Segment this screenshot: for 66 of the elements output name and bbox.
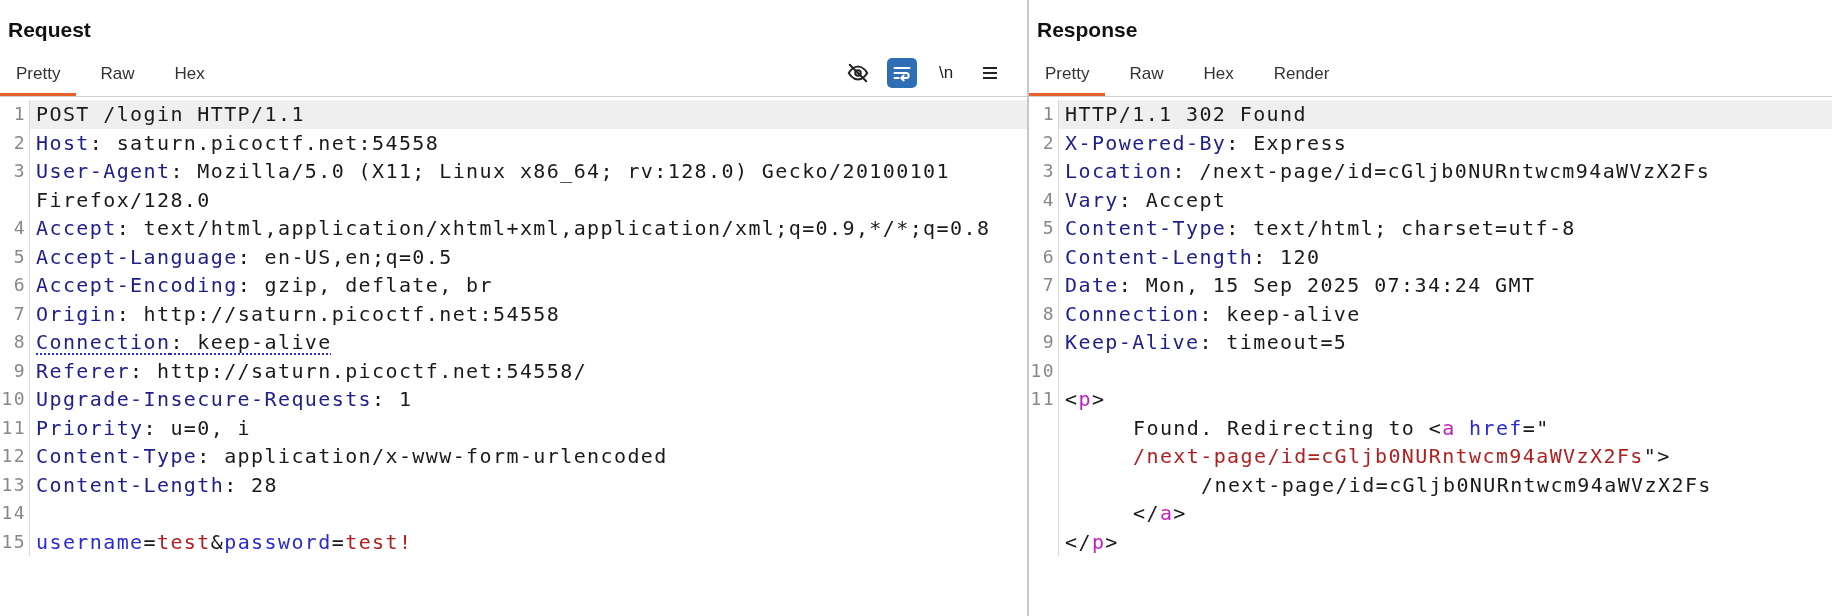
- code-text: Accept: text/html,application/xhtml+xml,application/xml;q=0.9,*/*;q=0.8: [36, 216, 991, 240]
- line-number: 1: [1042, 103, 1055, 124]
- wrap-toggle[interactable]: [887, 58, 917, 88]
- line-number: 10: [1030, 359, 1055, 381]
- line-number: 3: [13, 160, 26, 181]
- line-number: 11: [1030, 388, 1055, 409]
- line-number: 3: [1042, 160, 1055, 181]
- code-text: Content-Type: application/x-www-form-urlencoded: [36, 444, 668, 468]
- code-text: Accept-Language: en-US,en;q=0.5: [36, 244, 453, 269]
- code-text: </p>: [1065, 529, 1119, 554]
- line-number: 7: [1042, 274, 1055, 295]
- code-text: Location: /next-page/id=cGljb0NURntwcm94aWVzX2Fs: [1065, 159, 1711, 183]
- code-text: POST /login HTTP/1.1: [36, 102, 305, 126]
- line-number: 7: [13, 302, 26, 324]
- line-number: 2: [1042, 131, 1055, 153]
- tab[interactable]: Raw: [84, 60, 151, 96]
- line-number: 10: [1, 388, 26, 409]
- line-number: 6: [13, 274, 26, 295]
- tab[interactable]: Render: [1257, 60, 1346, 96]
- code-text: /next-page/id=cGljb0NURntwcm94aWVzX2Fs">: [1133, 444, 1671, 468]
- code-text: Date: Mon, 15 Sep 2025 07:34:24 GMT: [1065, 273, 1536, 297]
- line-number: 9: [1042, 331, 1055, 352]
- line-number: 6: [1042, 245, 1055, 267]
- code-text: User-Agent: Mozilla/5.0 (X11; Linux x86_64; rv:128.0) Gecko/20100101 Firefox/128.0: [36, 159, 951, 212]
- line-number: 11: [1, 416, 26, 438]
- code-text: HTTP/1.1 302 Found: [1065, 102, 1307, 126]
- line-number: 8: [1042, 302, 1055, 324]
- line-number: 4: [13, 217, 26, 238]
- line-number: 9: [13, 359, 26, 381]
- code-text: Content-Length: 28: [36, 472, 278, 497]
- code-text: Keep-Alive: timeout=5: [1065, 330, 1348, 354]
- line-number: 4: [1042, 188, 1055, 210]
- code-text: Host: saturn.picoctf.net:54558: [36, 130, 440, 155]
- line-number: 12: [1, 445, 26, 466]
- code-text: </a>: [1133, 501, 1187, 525]
- code-text: Content-Length: 120: [1065, 244, 1321, 269]
- code-text: Priority: u=0, i: [36, 415, 252, 440]
- code-text: Accept-Encoding: gzip, deflate, br: [36, 273, 493, 297]
- panel-title: Request: [8, 18, 91, 41]
- line-number: 2: [13, 131, 26, 153]
- newline-toggle[interactable]: \n: [931, 58, 961, 88]
- code-text: username=test&password=test!: [36, 529, 413, 554]
- line-number: 8: [13, 331, 26, 352]
- line-number: 1: [13, 103, 26, 124]
- code-text: Found. Redirecting to <a href=": [1133, 415, 1550, 440]
- line-number: 5: [1042, 217, 1055, 238]
- code-text: Connection: keep-alive: [36, 330, 332, 354]
- code-text: /next-page/id=cGljb0NURntwcm94aWVzX2Fs: [1201, 472, 1712, 497]
- line-number: 14: [1, 502, 26, 523]
- tab[interactable]: Raw: [1113, 60, 1180, 96]
- code-text: Upgrade-Insecure-Requests: 1: [36, 387, 413, 411]
- tab[interactable]: Hex: [158, 60, 221, 96]
- code-text: Vary: Accept: [1065, 187, 1227, 212]
- code-text: <p>: [1065, 387, 1106, 411]
- code-text: Connection: keep-alive: [1065, 301, 1361, 326]
- line-number: 15: [1, 530, 26, 552]
- line-number: 5: [13, 245, 26, 267]
- code-text: Referer: http://saturn.picoctf.net:54558/: [36, 358, 588, 383]
- line-number: 13: [1, 473, 26, 495]
- code-text: Origin: http://saturn.picoctf.net:54558: [36, 301, 561, 326]
- tab[interactable]: Hex: [1187, 60, 1250, 96]
- code-text: Content-Type: text/html; charset=utf-8: [1065, 216, 1576, 240]
- panel-title: Response: [1037, 18, 1138, 41]
- tab[interactable]: Pretty: [0, 60, 77, 96]
- tab[interactable]: Pretty: [1029, 60, 1106, 96]
- code-text: X-Powered-By: Express: [1065, 130, 1348, 155]
